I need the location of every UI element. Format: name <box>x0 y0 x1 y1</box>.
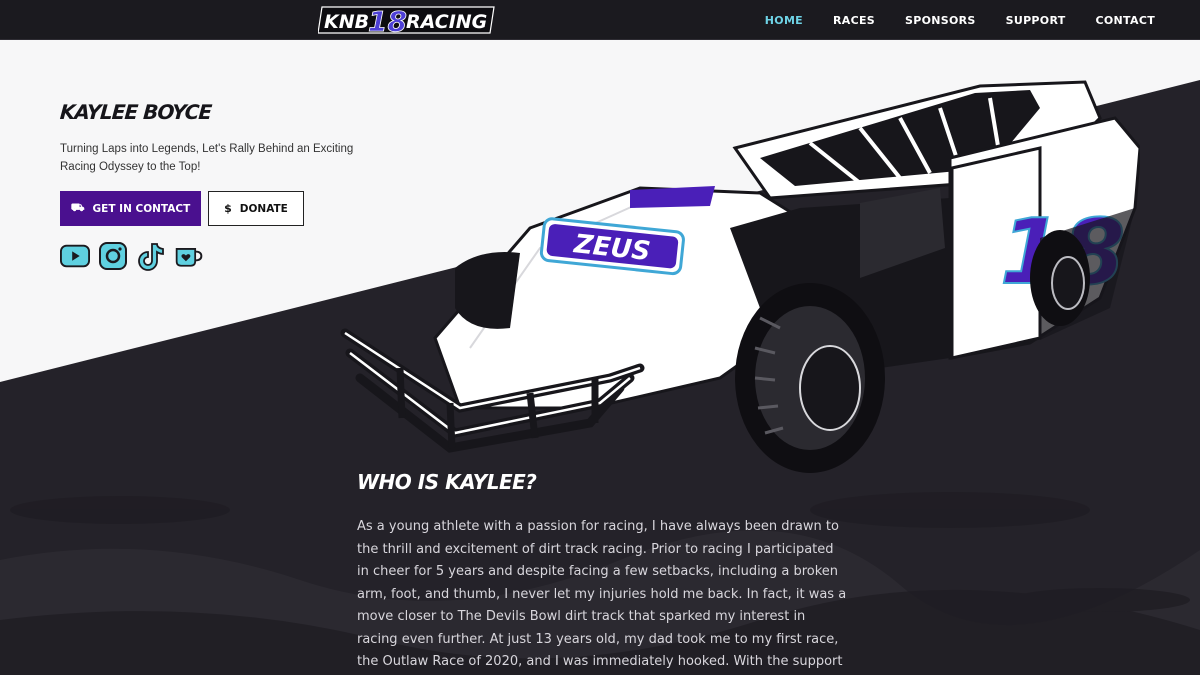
kofi-icon[interactable] <box>174 241 204 271</box>
nav-home[interactable]: HOME <box>765 14 803 27</box>
hero-title: KAYLEE BOYCE <box>59 100 212 124</box>
youtube-icon[interactable] <box>60 241 90 271</box>
nav-support[interactable]: SUPPORT <box>1006 14 1066 27</box>
top-nav: KNB 18 RACING HOME RACES SPONSORS SUPPOR… <box>0 0 1200 40</box>
donate-label: DONATE <box>239 202 288 215</box>
nav-sponsors[interactable]: SPONSORS <box>905 14 976 27</box>
nav-contact[interactable]: CONTACT <box>1096 14 1155 27</box>
about-text: As a young athlete with a passion for ra… <box>357 519 847 669</box>
nav-races[interactable]: RACES <box>833 14 875 27</box>
logo-number: 18 <box>368 5 407 36</box>
get-in-contact-label: GET IN CONTACT <box>92 202 191 215</box>
hero-subtitle: Turning Laps into Legends, Let's Rally B… <box>60 143 354 173</box>
get-in-contact-button[interactable]: ⛟ GET IN CONTACT <box>60 191 201 226</box>
about-title: WHO IS KAYLEE? <box>357 470 537 494</box>
social-links <box>60 241 204 271</box>
nav-links: HOME RACES SPONSORS SUPPORT CONTACT <box>765 0 1155 40</box>
brand-logo[interactable]: KNB 18 RACING <box>317 4 495 38</box>
logo-right-text: RACING <box>406 11 487 33</box>
truck-icon: ⛟ <box>70 201 85 214</box>
tiktok-icon[interactable] <box>136 241 166 271</box>
donate-button[interactable]: $ DONATE <box>208 191 304 226</box>
instagram-icon[interactable] <box>98 241 128 271</box>
dollar-icon: $ <box>224 202 232 215</box>
logo-left-text: KNB <box>324 11 369 33</box>
race-car-illustration: 18 ZEUS <box>340 80 1140 473</box>
